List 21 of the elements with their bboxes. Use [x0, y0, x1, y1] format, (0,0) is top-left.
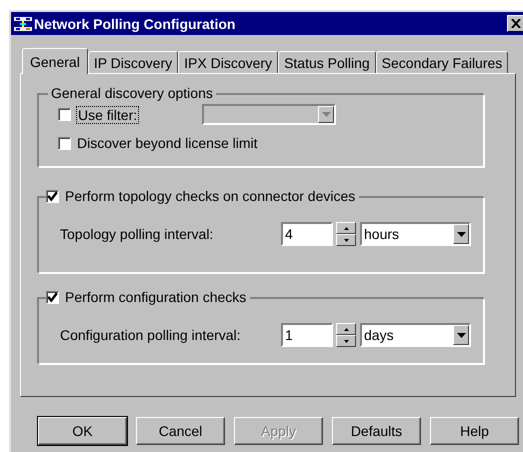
unit-dropdown[interactable]: hours — [360, 222, 471, 246]
number-field[interactable]: 4 — [281, 222, 333, 246]
number-field[interactable]: 1 — [281, 323, 333, 347]
field-label: Topology polling interval: — [59, 226, 214, 242]
checkbox-label: Discover beyond license limit — [77, 135, 258, 151]
tab[interactable]: Status Polling — [278, 51, 376, 73]
group-title: General discovery options — [51, 85, 213, 101]
checkbox-label: Perform configuration checks — [65, 289, 246, 305]
unit-dropdown[interactable]: days — [360, 323, 471, 347]
tab[interactable]: General — [22, 48, 88, 74]
window-title: Network Polling Configuration — [34, 16, 236, 32]
tab[interactable]: Secondary Failures — [376, 51, 508, 73]
dialog-button[interactable]: Help — [430, 417, 519, 445]
checkbox-label: Perform topology checks on connector devices — [65, 188, 356, 204]
dialog-button[interactable]: Defaults — [332, 417, 421, 445]
checkbox-label: Use filter: — [77, 106, 138, 122]
field-label: Configuration polling interval: — [59, 327, 242, 343]
tab[interactable]: IP Discovery — [88, 51, 178, 73]
dialog-button[interactable]: OK — [38, 417, 127, 445]
tab[interactable]: IPX Discovery — [178, 51, 278, 73]
dialog-button[interactable]: Cancel — [136, 417, 225, 445]
